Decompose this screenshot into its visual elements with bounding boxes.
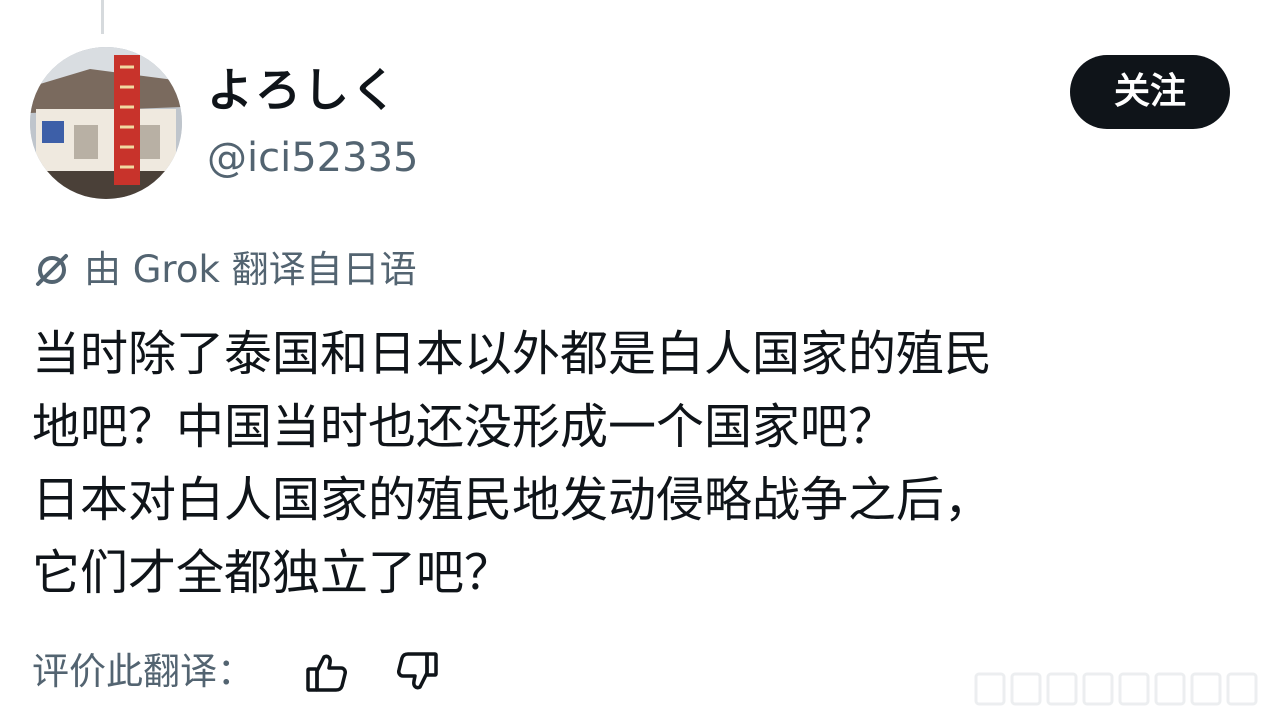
avatar[interactable] <box>30 47 182 199</box>
follow-button[interactable]: 关注 <box>1070 55 1230 129</box>
author-handle[interactable]: @ici52335 <box>207 130 418 186</box>
tweet-text: 当时除了泰国和日本以外都是白人国家的殖民 地吧？中国当时也还没形成一个国家吧？ … <box>32 318 1262 610</box>
thumbs-down-icon[interactable] <box>394 649 440 695</box>
translation-attribution: 由 Grok 翻译自日语 <box>32 242 417 298</box>
rate-translation: 评价此翻译： <box>32 644 484 700</box>
grok-icon <box>32 250 72 290</box>
tweet-line: 当时除了泰国和日本以外都是白人国家的殖民 <box>32 326 993 382</box>
tweet-line: 地吧？中国当时也还没形成一个国家吧？ <box>32 399 897 455</box>
avatar-photo <box>30 47 182 199</box>
thumbs-up-icon[interactable] <box>304 649 350 695</box>
tweet-line: 日本对白人国家的殖民地发动侵略战争之后， <box>32 472 993 528</box>
watermark-graphic <box>970 668 1270 710</box>
thread-connector-line <box>101 0 104 34</box>
translation-note-text: 由 Grok 翻译自日语 <box>84 248 417 291</box>
author-display-name[interactable]: よろしく <box>207 60 399 120</box>
rate-translation-label: 评价此翻译： <box>32 650 254 693</box>
tweet-line: 它们才全都独立了吧？ <box>32 545 513 601</box>
